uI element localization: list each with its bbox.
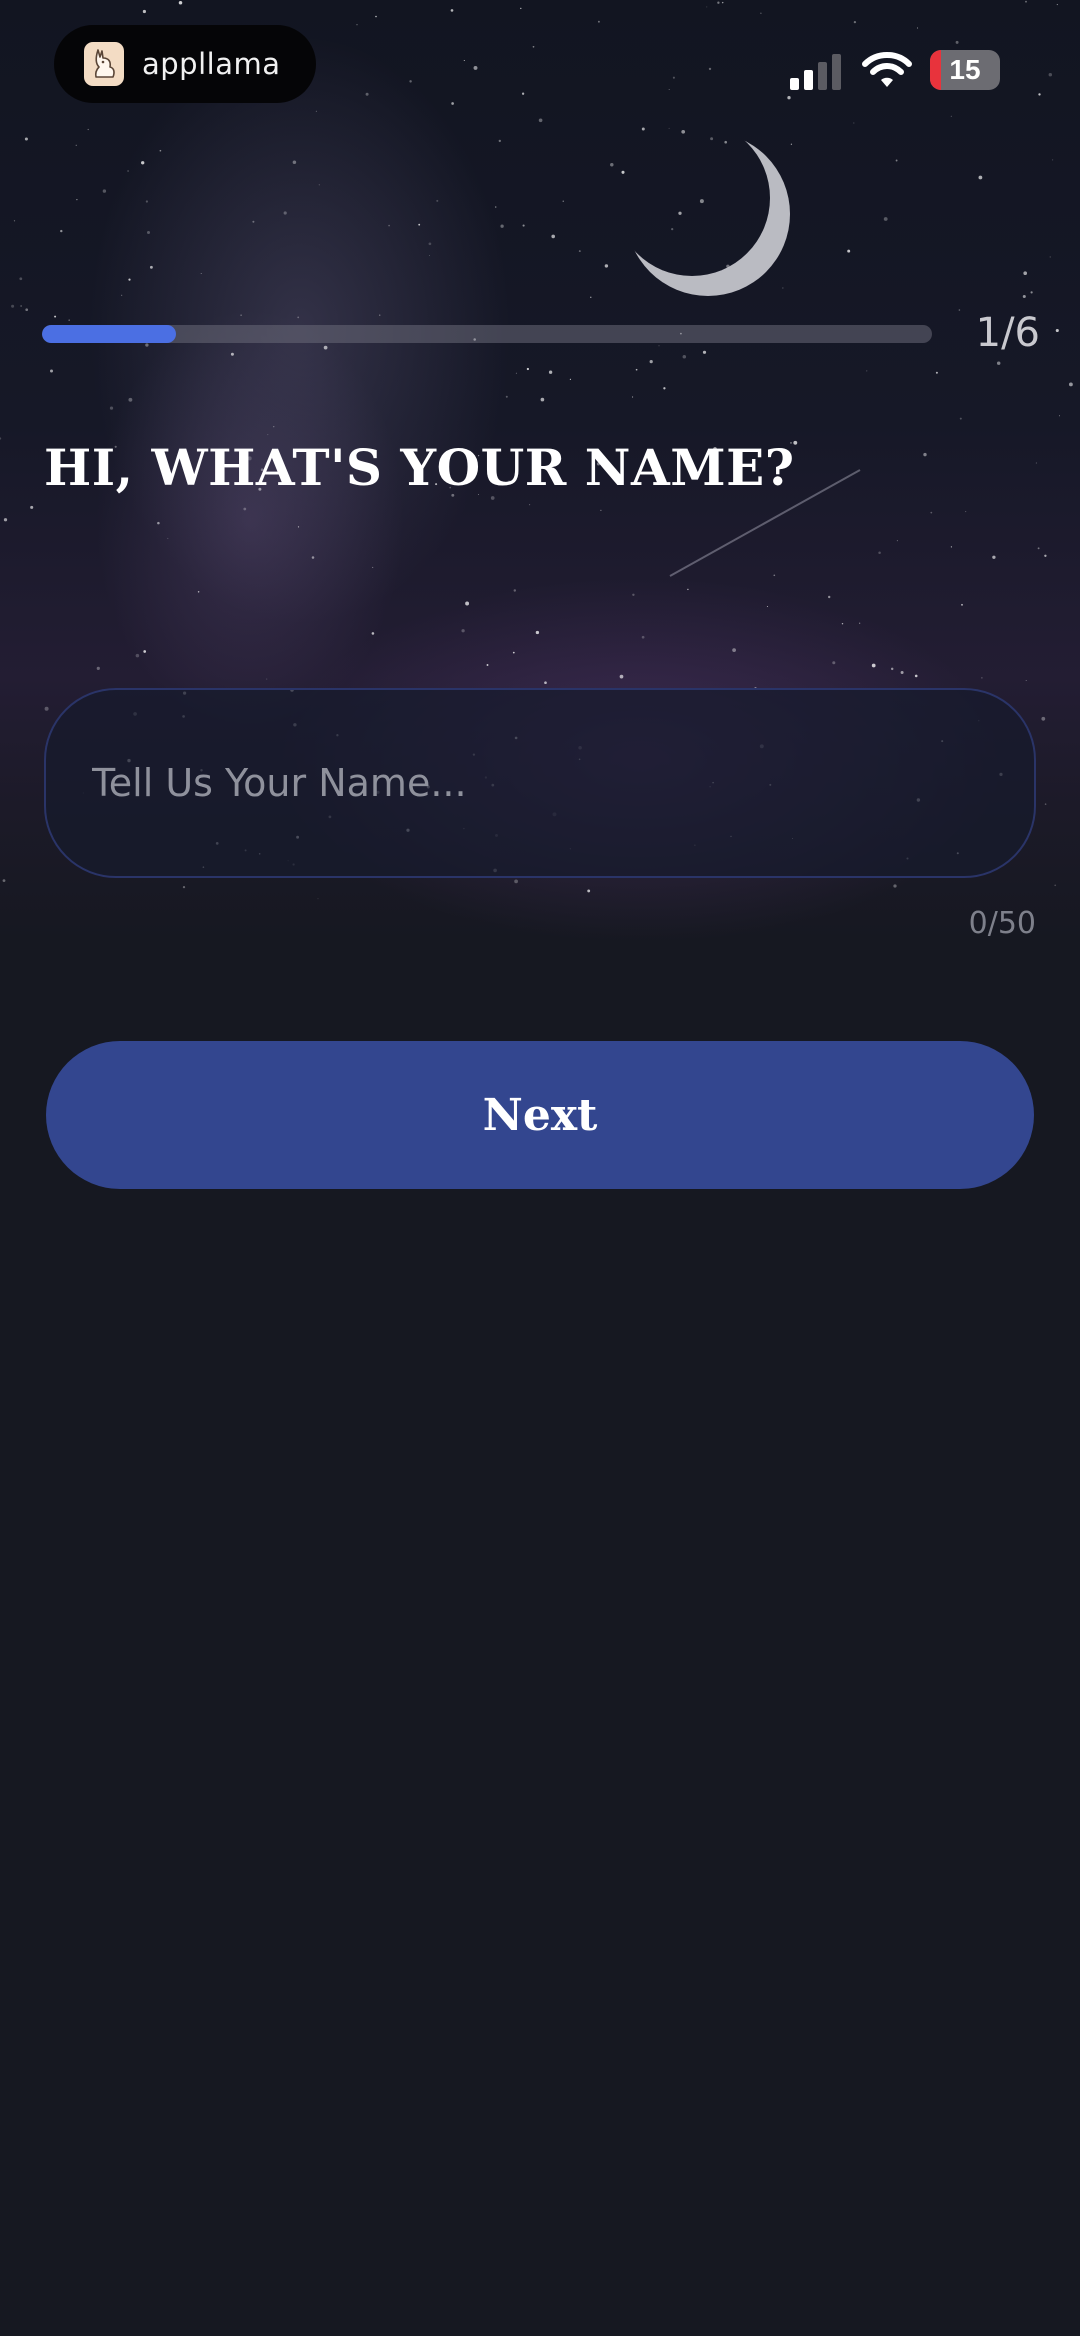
status-bar: appllama 15	[0, 0, 1080, 140]
battery-level-text: 15	[949, 54, 981, 85]
llama-logo-icon	[84, 42, 124, 86]
cellular-signal-icon	[790, 54, 841, 90]
page-title: HI, WHAT'S YOUR NAME?	[44, 438, 795, 497]
name-input[interactable]	[44, 688, 1036, 878]
next-button[interactable]: Next	[46, 1041, 1034, 1189]
app-badge[interactable]: appllama	[54, 25, 316, 103]
wifi-icon	[862, 52, 912, 87]
battery-icon: 15	[930, 50, 1000, 90]
character-counter: 0/50	[968, 906, 1036, 941]
progress-bar-fill	[42, 325, 176, 343]
progress-bar	[42, 325, 932, 343]
app-badge-name: appllama	[142, 47, 281, 81]
progress-step-indicator: 1/6	[975, 310, 1040, 356]
